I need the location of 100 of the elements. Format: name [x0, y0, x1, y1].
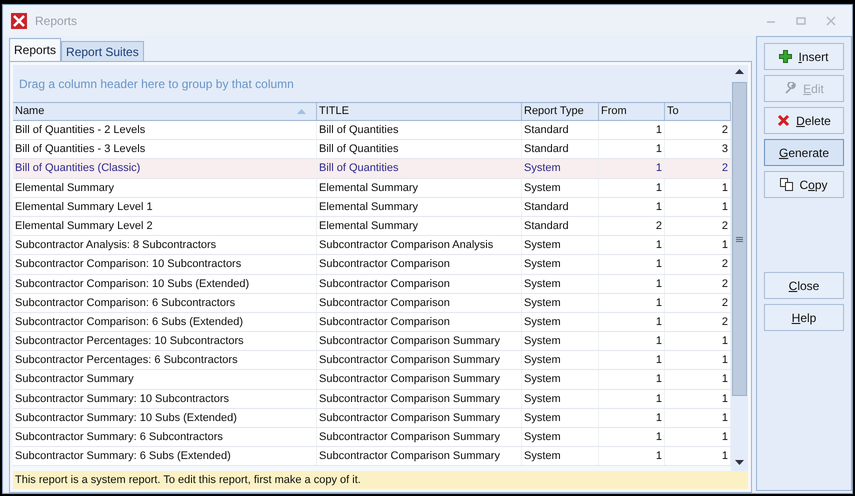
- table-cell: Subcontractor Comparison: [317, 294, 522, 312]
- table-cell: 2: [599, 216, 665, 236]
- table-row[interactable]: Bill of Quantities - 2 Levels Bill of Quantities Standard 1 2: [13, 121, 731, 140]
- table-cell: Elemental Summary Level 2: [13, 216, 317, 236]
- table-row[interactable]: Subcontractor Summary: 10 Subcontractors Subcontractor Comparison Summary System 1 1: [13, 390, 731, 409]
- status-message: This report is a system report. To edit this report, first make a copy of it.: [15, 472, 361, 488]
- plus-icon: [779, 50, 792, 63]
- table-cell: Bill of Quantities - 3 Levels: [13, 140, 317, 158]
- table-row[interactable]: Subcontractor Percentages: 6 Subcontractors Subcontractor Comparison Summary System 1 1: [13, 351, 731, 370]
- table-cell: System: [522, 236, 599, 254]
- table-cell: Subcontractor Comparison: 10 Subs (Extended): [13, 274, 317, 293]
- table-cell: Subcontractor Comparison Summary: [317, 370, 522, 389]
- close-icon[interactable]: [826, 16, 836, 26]
- table-cell: System: [522, 408, 599, 427]
- table-cell: Subcontractor Comparison Summary: [317, 332, 522, 350]
- table-row[interactable]: Subcontractor Summary: 10 Subs (Extended) Subcontractor Comparison Summary System 1 1: [13, 408, 731, 428]
- table-cell: 1: [599, 408, 665, 427]
- scroll-thumb[interactable]: [732, 82, 747, 396]
- table-cell: System: [522, 332, 599, 350]
- scrollbar[interactable]: [731, 65, 748, 471]
- table-cell: 1: [599, 198, 665, 216]
- table-cell: Bill of Quantities: [317, 121, 522, 140]
- dialog-button[interactable]: Close: [764, 272, 844, 299]
- table-cell: 1: [599, 428, 665, 446]
- column-header[interactable]: Name: [13, 103, 317, 120]
- table-row[interactable]: Elemental Summary Elemental Summary System 1 1: [13, 178, 731, 198]
- table-cell: 1: [599, 370, 665, 389]
- table-cell: Standard: [522, 121, 599, 140]
- table-row[interactable]: Subcontractor Analysis: 8 Subcontractors Subcontractor Comparison Analysis System 1 1: [13, 236, 731, 256]
- table-cell: Subcontractor Percentages: 10 Subcontractors: [13, 332, 317, 350]
- table-cell: Subcontractor Summary: [13, 370, 317, 389]
- table-cell: System: [522, 447, 599, 466]
- table-cell: 1: [599, 178, 665, 197]
- table-cell: System: [522, 390, 599, 408]
- table-cell: System: [522, 351, 599, 370]
- column-header[interactable]: Report Type: [522, 103, 599, 120]
- table-row[interactable]: Subcontractor Comparison: 6 Subcontractors Subcontractor Comparison System 1 2: [13, 294, 731, 313]
- delete-button[interactable]: Delete: [764, 107, 844, 134]
- table-cell: 1: [599, 447, 665, 466]
- table-cell: 1: [599, 255, 665, 274]
- scroll-down-icon[interactable]: [735, 460, 744, 465]
- table-cell: 1: [599, 390, 665, 408]
- table-cell: Subcontractor Comparison Summary: [317, 408, 522, 427]
- cross-icon: [777, 114, 790, 127]
- column-header[interactable]: From: [599, 103, 665, 120]
- copy-button[interactable]: Copy: [764, 171, 844, 198]
- table-cell: System: [522, 178, 599, 197]
- table-cell: System: [522, 428, 599, 446]
- table-row[interactable]: Subcontractor Summary: 6 Subs (Extended) Subcontractor Comparison Summary System 1 1: [13, 447, 731, 466]
- table-cell: Subcontractor Comparison: [317, 255, 522, 274]
- tab[interactable]: Reports: [9, 38, 62, 61]
- table-row[interactable]: Subcontractor Percentages: 10 Subcontractors Subcontractor Comparison Summary System 1 1: [13, 332, 731, 352]
- tab[interactable]: Report Suites: [61, 41, 144, 61]
- table-cell: System: [522, 274, 599, 293]
- table-cell: Subcontractor Comparison Analysis: [317, 236, 522, 254]
- table-cell: 1: [599, 312, 665, 332]
- table-cell: Elemental Summary: [317, 216, 522, 236]
- table-row[interactable]: Subcontractor Summary: 6 Subcontractors Subcontractor Comparison Summary System 1 1: [13, 428, 731, 448]
- table-cell: 1: [599, 332, 665, 350]
- table-cell: Subcontractor Comparison: [317, 274, 522, 293]
- table-row[interactable]: Elemental Summary Level 2 Elemental Summary Standard 2 2: [13, 216, 731, 236]
- table-cell: Bill of Quantities: [317, 159, 522, 178]
- table-cell: Subcontractor Comparison Summary: [317, 428, 522, 446]
- table-cell: Bill of Quantities: [317, 140, 522, 158]
- app-logo-icon: [11, 12, 27, 28]
- table-row[interactable]: Elemental Summary Level 1 Elemental Summary Standard 1 1: [13, 198, 731, 217]
- table-cell: 1: [599, 351, 665, 370]
- window-title: Reports: [35, 12, 78, 30]
- table-row[interactable]: Subcontractor Comparison: 6 Subs (Extended) Subcontractor Comparison System 1 2: [13, 312, 731, 332]
- table-cell: 1: [599, 159, 665, 178]
- table-row[interactable]: Subcontractor Comparison: 10 Subs (Extended) Subcontractor Comparison System 1 2: [13, 274, 731, 294]
- table-cell: System: [522, 370, 599, 389]
- table-cell: Subcontractor Summary: 6 Subs (Extended): [13, 447, 317, 466]
- grip-icon: [736, 236, 743, 242]
- table-cell: Subcontractor Comparison: 10 Subcontractors: [13, 255, 317, 274]
- table-cell: Standard: [522, 140, 599, 158]
- table-cell: 1: [599, 236, 665, 254]
- scroll-up-icon[interactable]: [735, 69, 744, 74]
- table-cell: System: [522, 159, 599, 178]
- table-row[interactable]: Bill of Quantities (Classic) Bill of Quantities System 1 2: [13, 159, 731, 179]
- table-cell: Subcontractor Comparison: [317, 312, 522, 332]
- insert-button[interactable]: Insert: [764, 43, 844, 70]
- table-cell: Subcontractor Percentages: 6 Subcontractors: [13, 351, 317, 370]
- copy-icon: [780, 178, 794, 191]
- table-cell: Subcontractor Analysis: 8 Subcontractors: [13, 236, 317, 254]
- dialog-button[interactable]: Help: [764, 304, 844, 331]
- table-row[interactable]: Subcontractor Comparison: 10 Subcontractors Subcontractor Comparison System 1 2: [13, 255, 731, 274]
- table-cell: System: [522, 255, 599, 274]
- table-cell: 1: [599, 274, 665, 293]
- table-cell: Standard: [522, 216, 599, 236]
- column-header[interactable]: TITLE: [317, 103, 522, 120]
- table-cell: Subcontractor Summary: 10 Subs (Extended): [13, 408, 317, 427]
- table-row[interactable]: Bill of Quantities - 3 Levels Bill of Quantities Standard 1 3: [13, 140, 731, 160]
- table-cell: Elemental Summary: [13, 178, 317, 197]
- table-cell: Subcontractor Summary: 10 Subcontractors: [13, 390, 317, 408]
- maximize-icon[interactable]: [796, 16, 806, 26]
- table-cell: Bill of Quantities - 2 Levels: [13, 121, 317, 140]
- dialog-button[interactable]: Generate: [764, 139, 844, 166]
- table-cell: Bill of Quantities (Classic): [13, 159, 317, 178]
- table-row[interactable]: Subcontractor Summary Subcontractor Comparison Summary System 1 1: [13, 370, 731, 390]
